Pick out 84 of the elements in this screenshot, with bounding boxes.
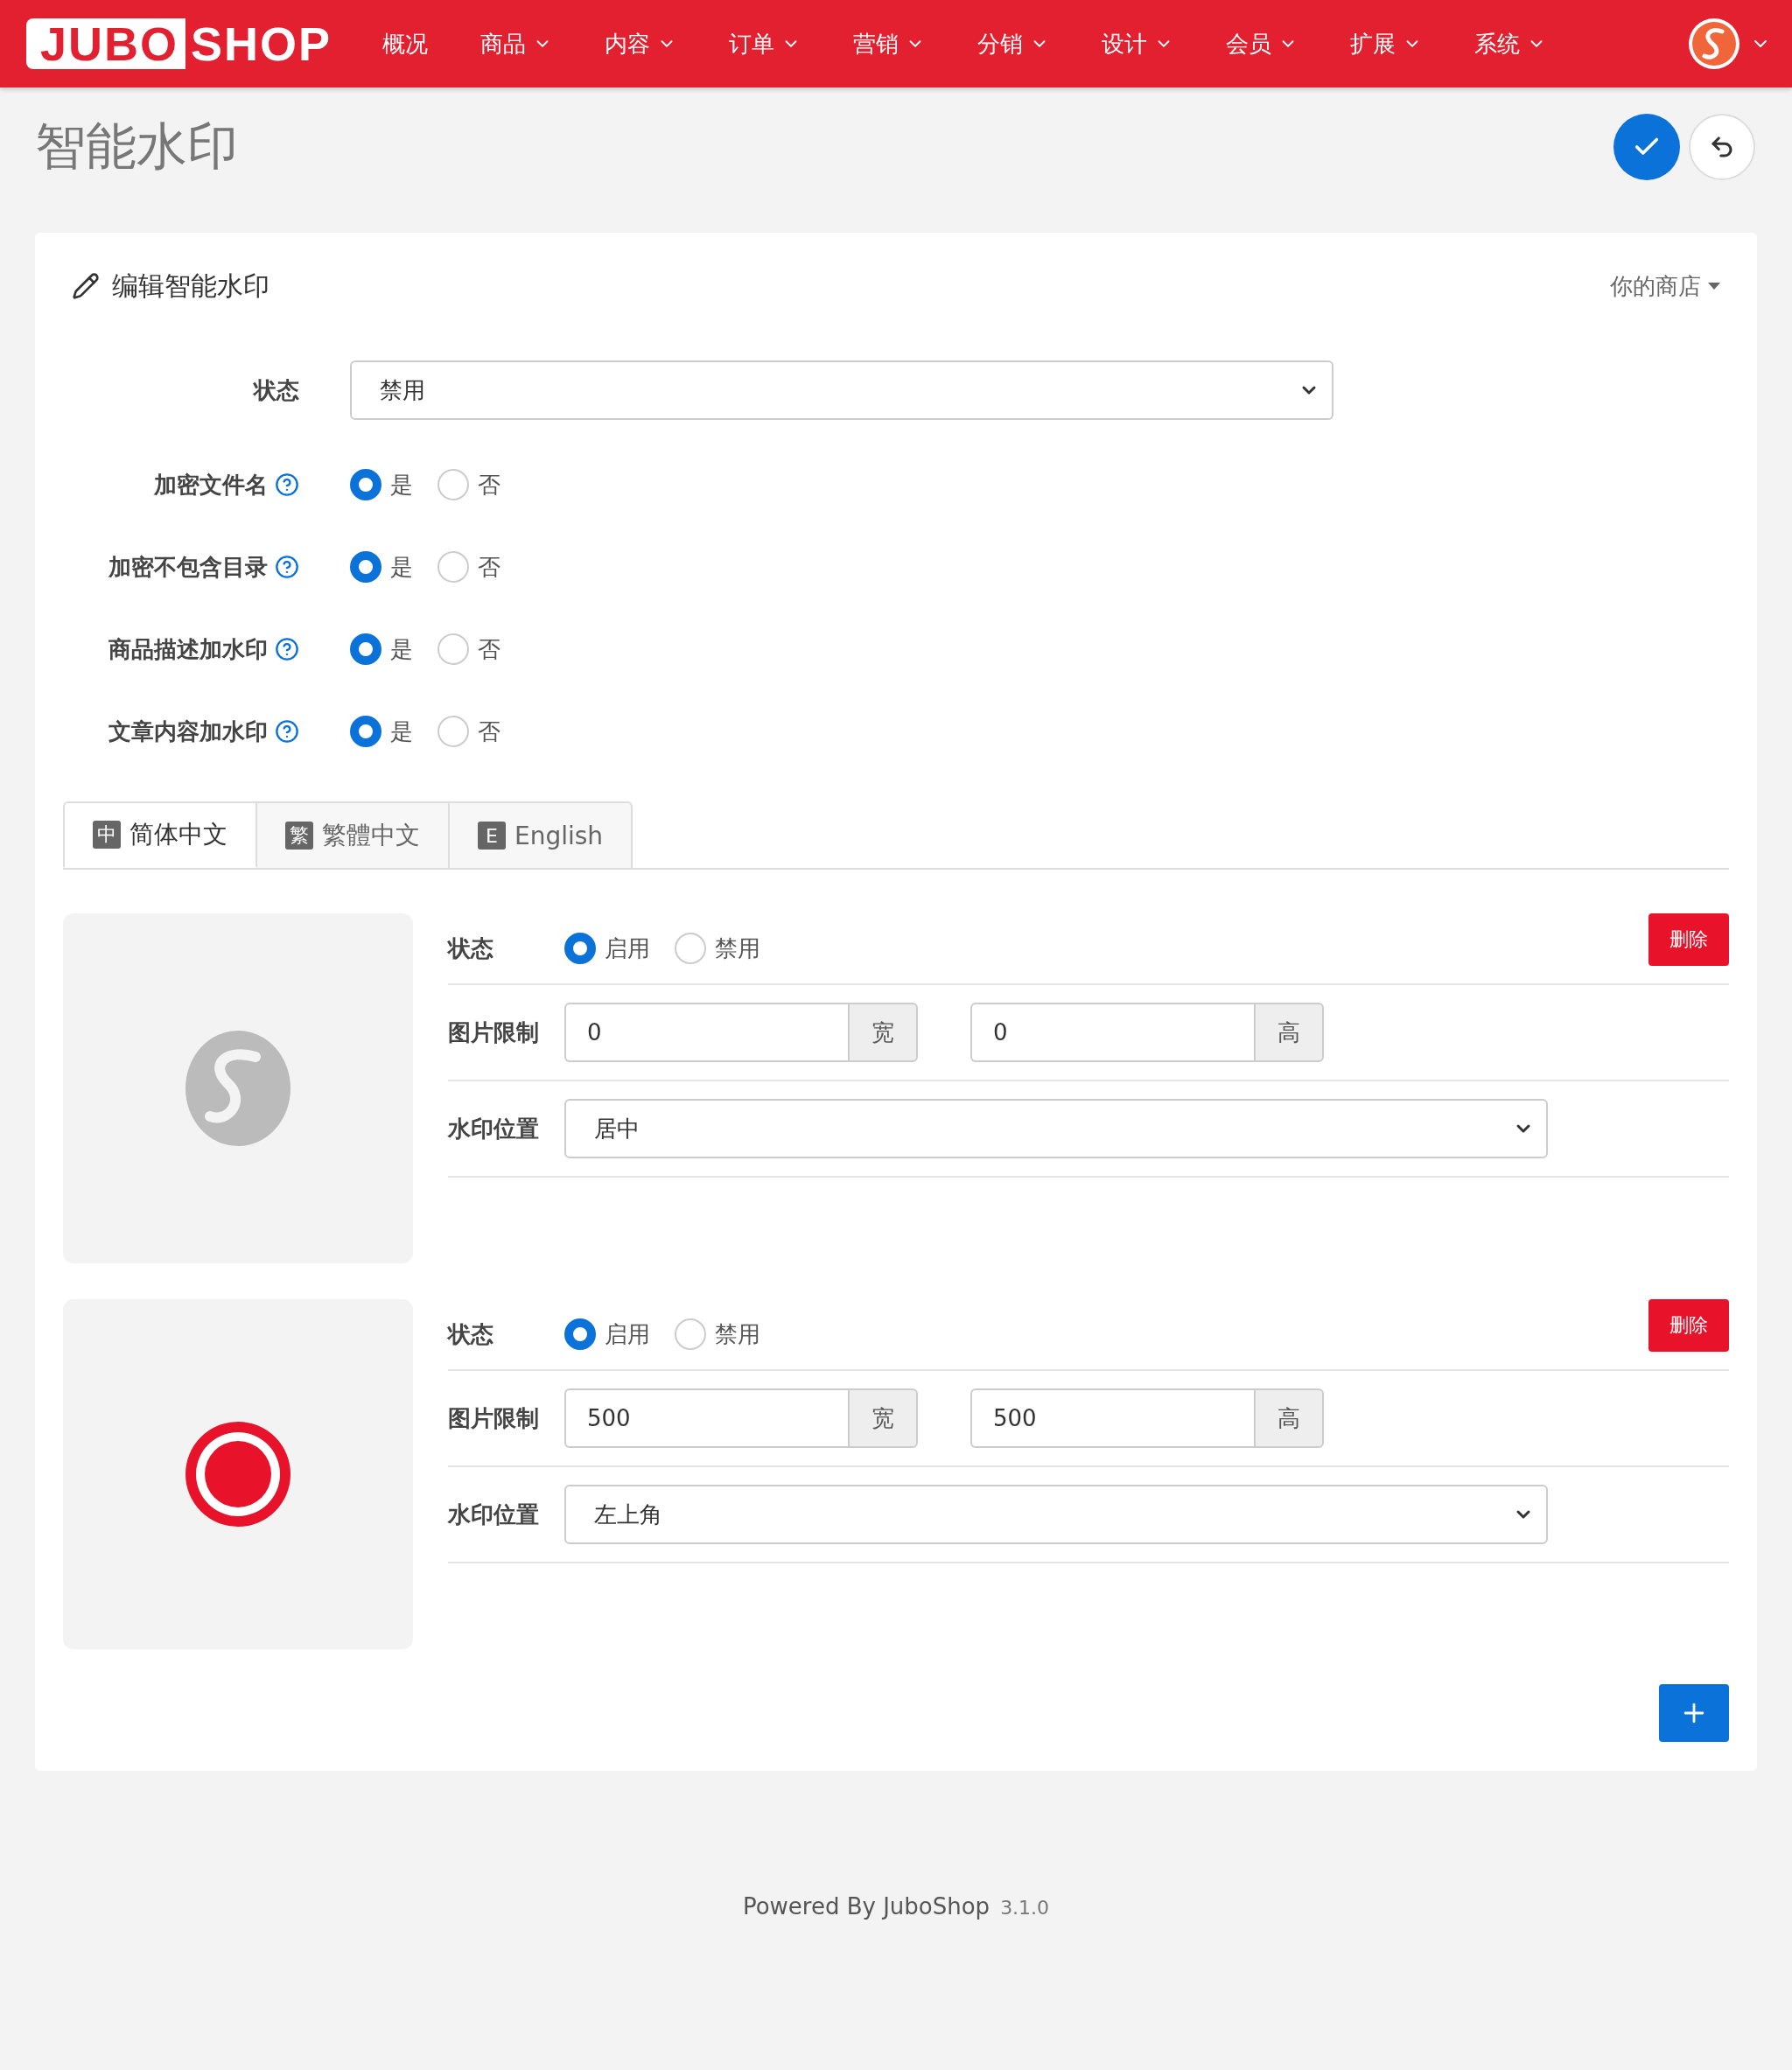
delete-button[interactable]: 删除 bbox=[1648, 913, 1729, 966]
avatar-icon[interactable] bbox=[1687, 17, 1741, 71]
language-badge: 繁 bbox=[285, 822, 313, 850]
option-label: 否 bbox=[478, 552, 500, 582]
page-title: 智能水印 bbox=[35, 115, 238, 178]
radio-button[interactable] bbox=[564, 933, 596, 964]
field-label: 状态 bbox=[448, 934, 494, 963]
radio-button[interactable] bbox=[350, 633, 382, 665]
option-label: 禁用 bbox=[715, 1319, 760, 1349]
position-select[interactable]: 居中 bbox=[564, 1099, 1548, 1158]
height-input[interactable]: 0 bbox=[970, 1003, 1254, 1062]
store-dropdown[interactable]: 你的商店 bbox=[1610, 270, 1720, 302]
status-select[interactable]: 禁用 bbox=[350, 360, 1334, 420]
swirl-logo-icon bbox=[184, 1029, 292, 1148]
image-placeholder[interactable] bbox=[63, 1299, 413, 1649]
caret-icon bbox=[1708, 283, 1720, 290]
nav-menu-item[interactable]: 分销 bbox=[953, 28, 1074, 59]
language-badge: 中 bbox=[93, 821, 121, 849]
option-label: 是 bbox=[390, 552, 413, 582]
field-label: 加密文件名 bbox=[154, 470, 268, 500]
option-label: 启用 bbox=[605, 1319, 650, 1349]
option-label: 启用 bbox=[605, 934, 650, 963]
field-label: 状态 bbox=[254, 375, 299, 405]
field-label: 商品描述加水印 bbox=[108, 634, 268, 664]
nav-menu-item[interactable]: 概况 bbox=[358, 28, 453, 59]
version-label: 3.1.0 bbox=[1000, 1897, 1050, 1919]
pencil-icon bbox=[72, 272, 100, 300]
radio-option[interactable]: 启用 bbox=[564, 1318, 650, 1350]
field-label: 图片限制 bbox=[448, 1403, 540, 1433]
nav-menu-item[interactable]: 系统 bbox=[1450, 28, 1572, 59]
radio-option[interactable]: 否 bbox=[438, 633, 500, 665]
option-label: 否 bbox=[478, 470, 500, 500]
radio-button[interactable] bbox=[350, 551, 382, 583]
unit-label: 高 bbox=[1254, 1003, 1324, 1062]
help-icon[interactable] bbox=[275, 555, 299, 579]
nav-menu-item[interactable]: 会员 bbox=[1201, 28, 1323, 59]
language-tab[interactable]: 中 简体中文 bbox=[63, 801, 257, 868]
delete-button[interactable]: 删除 bbox=[1648, 1299, 1729, 1352]
nav-menu-item[interactable]: 营销 bbox=[829, 28, 950, 59]
height-input[interactable]: 500 bbox=[970, 1388, 1254, 1448]
width-input[interactable]: 500 bbox=[564, 1388, 848, 1448]
field-label: 图片限制 bbox=[448, 1018, 540, 1047]
radio-option[interactable]: 是 bbox=[350, 716, 413, 747]
radio-option[interactable]: 禁用 bbox=[675, 1318, 760, 1350]
radio-option[interactable]: 是 bbox=[350, 633, 413, 665]
radio-button[interactable] bbox=[350, 716, 382, 747]
field-label: 文章内容加水印 bbox=[108, 717, 268, 746]
help-icon[interactable] bbox=[275, 719, 299, 744]
field-label: 水印位置 bbox=[448, 1114, 540, 1143]
radio-option[interactable]: 启用 bbox=[564, 933, 650, 964]
language-tab[interactable]: 繁 繁體中文 bbox=[257, 801, 450, 868]
option-label: 是 bbox=[390, 470, 413, 500]
option-label: 是 bbox=[390, 717, 413, 746]
position-select[interactable]: 左上角 bbox=[564, 1485, 1548, 1544]
radio-button[interactable] bbox=[564, 1318, 596, 1350]
field-label: 水印位置 bbox=[448, 1500, 540, 1529]
nav-menu-item[interactable]: 扩展 bbox=[1326, 28, 1447, 59]
footer-text: Powered By JuboShop bbox=[742, 1893, 990, 1920]
nav-menu-item[interactable]: 商品 bbox=[456, 28, 578, 59]
option-label: 是 bbox=[390, 634, 413, 664]
option-label: 否 bbox=[478, 634, 500, 664]
radio-option[interactable]: 否 bbox=[438, 469, 500, 500]
card-title: 编辑智能水印 bbox=[112, 269, 270, 303]
radio-option[interactable]: 否 bbox=[438, 716, 500, 747]
field-label: 加密不包含目录 bbox=[108, 552, 268, 582]
unit-label: 宽 bbox=[848, 1388, 918, 1448]
width-input[interactable]: 0 bbox=[564, 1003, 848, 1062]
option-label: 否 bbox=[478, 717, 500, 746]
nav-menu-item[interactable]: 设计 bbox=[1077, 28, 1199, 59]
option-label: 禁用 bbox=[715, 934, 760, 963]
unit-label: 宽 bbox=[848, 1003, 918, 1062]
radio-option[interactable]: 否 bbox=[438, 551, 500, 583]
nav-menu-item[interactable]: 订单 bbox=[704, 28, 826, 59]
language-tab[interactable]: E English bbox=[450, 801, 634, 868]
help-icon[interactable] bbox=[275, 637, 299, 661]
radio-button[interactable] bbox=[350, 469, 382, 500]
language-badge: E bbox=[478, 822, 506, 850]
field-label: 状态 bbox=[448, 1319, 494, 1349]
nav-menu-item[interactable]: 内容 bbox=[580, 28, 702, 59]
unit-label: 高 bbox=[1254, 1388, 1324, 1448]
radio-option[interactable]: 是 bbox=[350, 551, 413, 583]
help-icon[interactable] bbox=[275, 472, 299, 497]
radio-option[interactable]: 是 bbox=[350, 469, 413, 500]
radio-option[interactable]: 禁用 bbox=[675, 933, 760, 964]
